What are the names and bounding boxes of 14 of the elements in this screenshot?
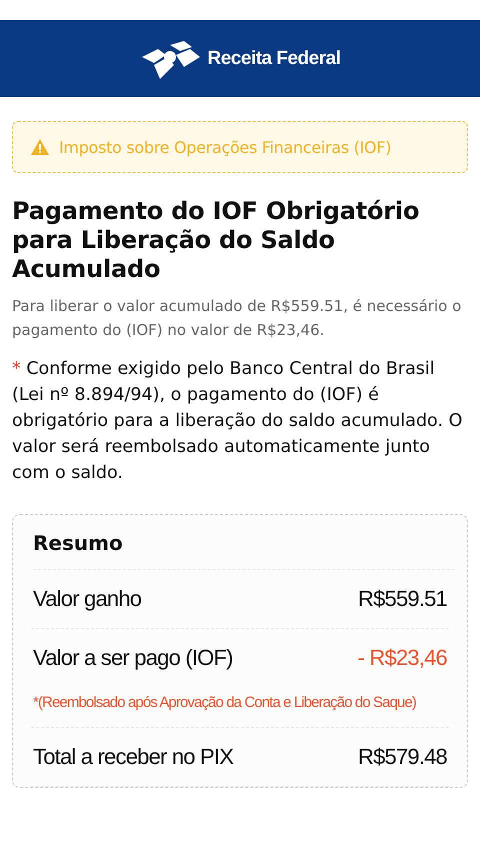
notice-text: * Conforme exigido pelo Banco Central do Brasil (Lei nº 8.894/94), o pagamento do (IOF) é obrigatório para a liberação do saldo acumulado. O valor será reembolsado automaticamente junto com o saldo.	[12, 358, 464, 485]
summary-title: Resumo	[33, 515, 455, 570]
row-value: - R$23,46	[358, 645, 447, 671]
alert-text: Imposto sobre Operações Financeiras (IOF)	[59, 138, 392, 156]
row-value: R$559.51	[358, 586, 447, 612]
row-label: Total a receber no PIX	[33, 744, 234, 770]
row-value: R$579.48	[358, 744, 447, 770]
page-title: Pagamento do IOF Obrigatório para Liberação do Saldo Acumulado	[12, 197, 420, 284]
refund-note: *(Reembolsado após Aprovação da Conta e Liberação do Saque)	[31, 687, 449, 728]
row-label: Valor ganho	[33, 586, 142, 612]
brand-name: Receita Federal	[208, 48, 340, 70]
description-text: Para liberar o valor acumulado de R$559.51, é necessário o pagamento do (IOF) no valor de R$23,46.	[12, 296, 462, 341]
row-label: Valor a ser pago (IOF)	[33, 645, 233, 671]
warning-icon	[31, 139, 49, 155]
